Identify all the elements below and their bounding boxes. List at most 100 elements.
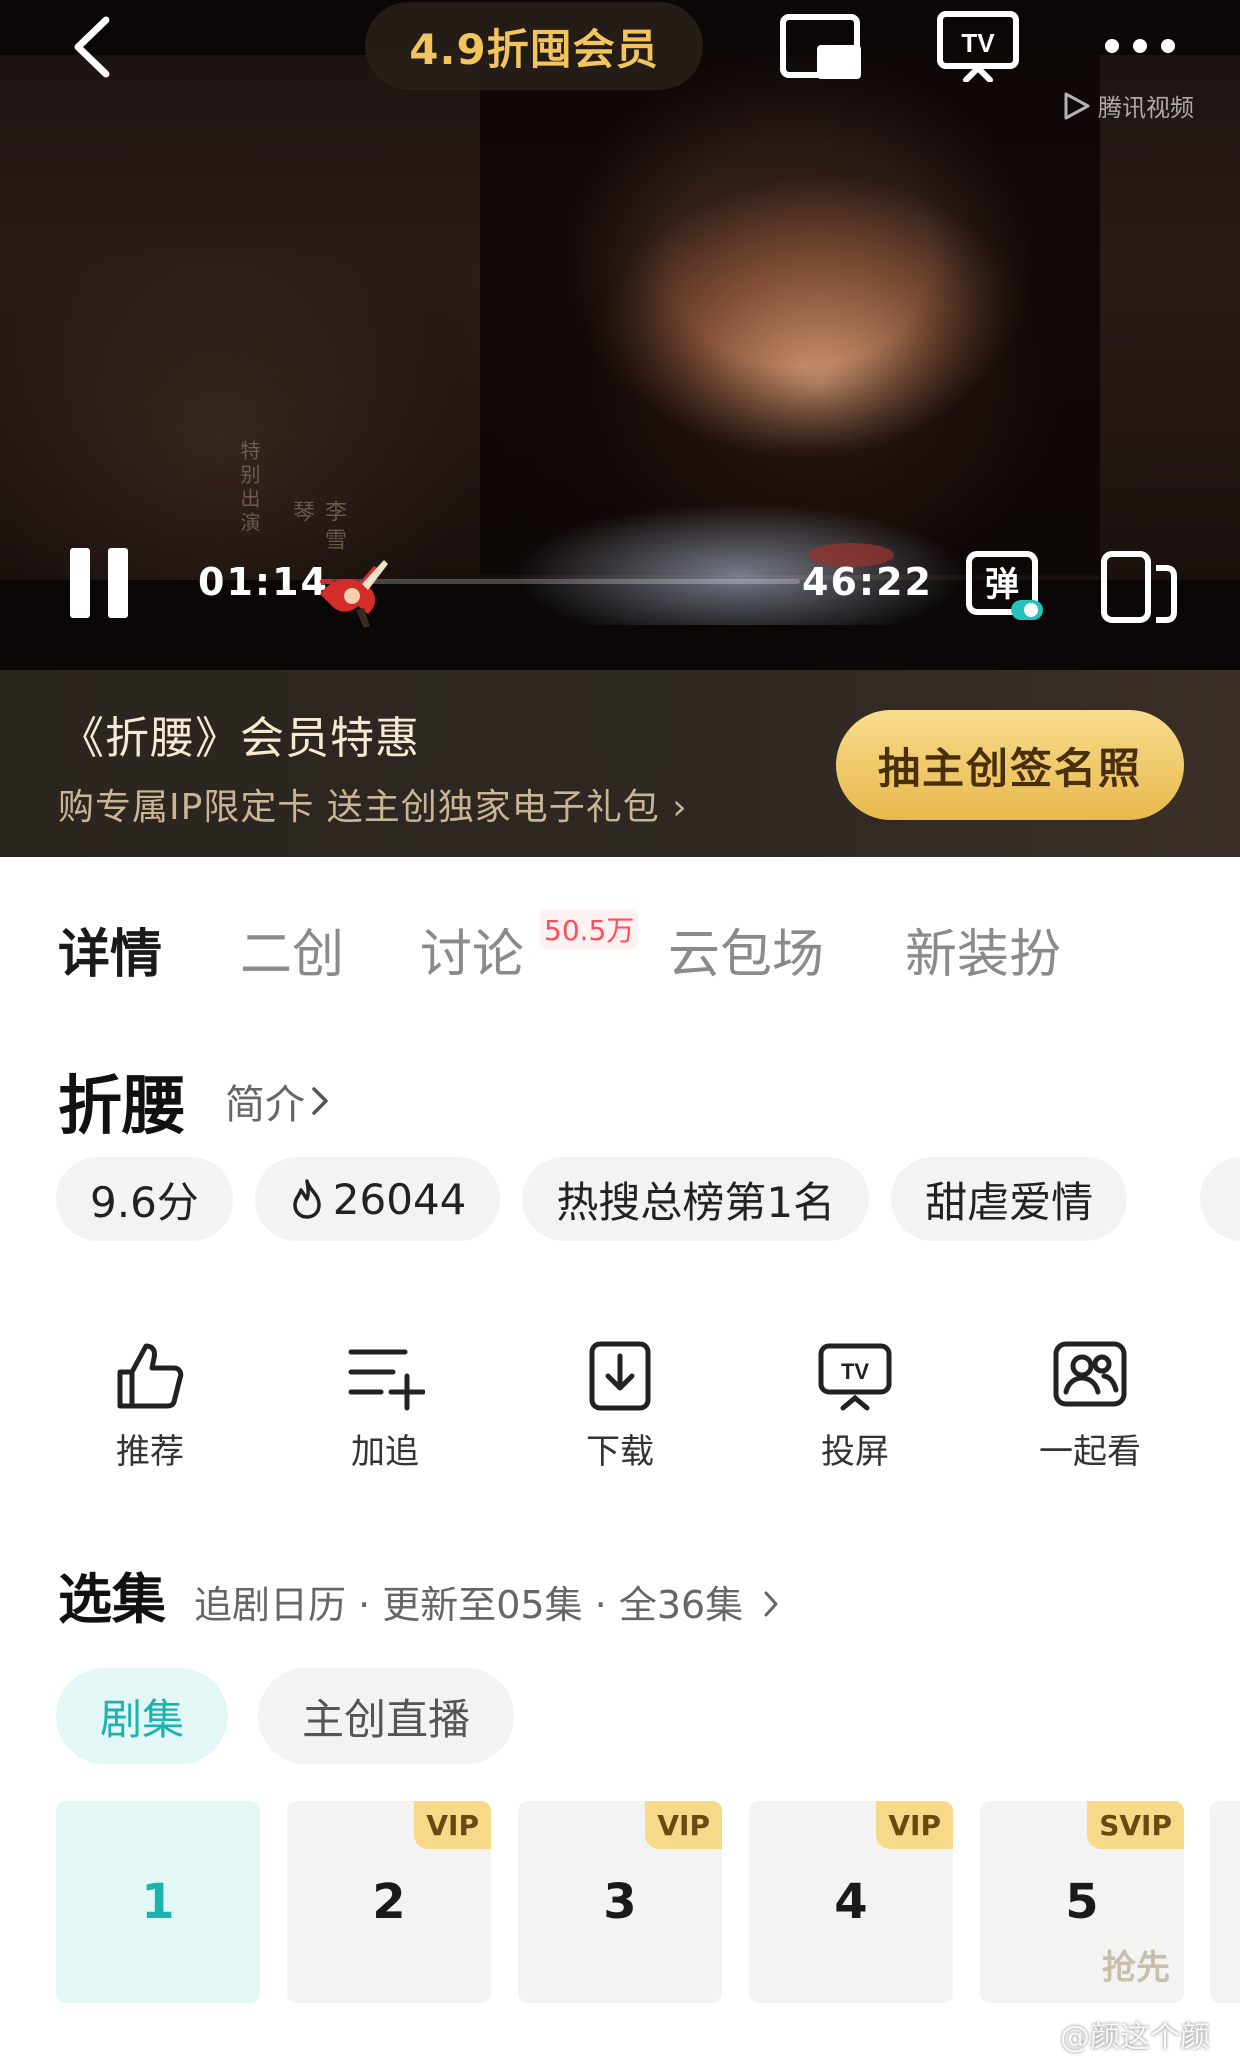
tab-fan-creations[interactable]: 二创 xyxy=(240,912,344,987)
weibo-watermark-text: @颜这个颜 xyxy=(1060,2020,1210,2055)
ranking-value: 热搜总榜第1名 xyxy=(556,1177,836,1227)
more-dots-icon xyxy=(1105,39,1175,53)
progress-thumb[interactable] xyxy=(312,548,394,630)
vip-badge: VIP xyxy=(645,1801,722,1849)
total-time: 46:22 xyxy=(802,560,933,604)
cast-screen-button[interactable]: TV 投屏 xyxy=(775,1340,935,1473)
add-to-watchlist-label: 加追 xyxy=(351,1432,419,1472)
video-player[interactable]: 特别出演 李雪琴 4.9折囤会员 TV 腾讯视频 01:14 46:22 弹 xyxy=(0,0,1240,670)
ranking-tag[interactable]: 热搜总榜第1名 xyxy=(522,1157,870,1241)
rotate-screen-icon xyxy=(1101,551,1177,623)
recommend-button[interactable]: 推荐 xyxy=(70,1340,230,1473)
chevron-right-icon xyxy=(764,1591,778,1617)
fullscreen-rotate-button[interactable] xyxy=(1100,548,1180,628)
tencent-video-logo: 腾讯视频 xyxy=(1060,88,1194,123)
action-bar: 推荐 加追 下载 TV 投屏 一起看 xyxy=(0,1340,1240,1480)
pause-button[interactable] xyxy=(70,548,132,620)
svip-badge: SVIP xyxy=(1087,1801,1184,1849)
danmaku-label: 弹 xyxy=(985,565,1019,605)
chevron-right-icon xyxy=(312,1087,328,1115)
intro-link[interactable]: 简介 xyxy=(225,1072,329,1130)
episode-number: 2 xyxy=(372,1874,406,1930)
heat-value: 26044 xyxy=(332,1174,467,1224)
rating-tag[interactable]: 9.6分 xyxy=(56,1157,233,1241)
player-top-bar: 4.9折囤会员 TV xyxy=(0,0,1240,95)
download-icon xyxy=(589,1341,651,1411)
weibo-watermark: @颜这个颜 xyxy=(1020,2012,1210,2056)
pause-icon-bar xyxy=(70,548,90,618)
show-title: 折腰 xyxy=(58,1070,186,1144)
flame-icon xyxy=(293,1179,321,1219)
episode-overflow-hint[interactable] xyxy=(1210,1801,1240,2003)
member-promo-banner[interactable]: 《折腰》会员特惠 购专属IP限定卡 送主创独家电子礼包 › 抽主创签名照 xyxy=(0,670,1240,857)
heat-tag[interactable]: 26044 xyxy=(254,1157,501,1241)
cast-screen-label: 投屏 xyxy=(821,1432,889,1472)
tab-cloud-screening[interactable]: 云包场 xyxy=(668,912,824,987)
episode-number: 5 xyxy=(1065,1874,1099,1930)
thumbs-up-icon xyxy=(117,1343,184,1409)
watch-together-icon xyxy=(1053,1341,1127,1407)
pip-button[interactable] xyxy=(775,10,865,82)
chevron-left-icon xyxy=(74,16,110,78)
vip-badge: VIP xyxy=(876,1801,953,1849)
banner-subtitle[interactable]: 购专属IP限定卡 送主创独家电子礼包 › xyxy=(58,778,688,830)
tv-cast-top-button[interactable]: TV xyxy=(933,10,1023,82)
episode-number: 3 xyxy=(603,1874,637,1930)
episode-grid: 1 2 VIP 3 VIP 4 VIP 5 SVIP 抢先 xyxy=(56,1801,1184,2003)
svg-text:TV: TV xyxy=(841,1359,869,1384)
banner-title: 《折腰》会员特惠 xyxy=(60,713,420,764)
episode-tabs: 剧集 主创直播 xyxy=(56,1668,515,1764)
weibo-logo-icon xyxy=(1020,2021,1055,2049)
download-button[interactable]: 下载 xyxy=(540,1340,700,1473)
episode-cell[interactable]: 3 VIP xyxy=(518,1801,722,2003)
danmaku-icon: 弹 xyxy=(966,551,1043,620)
current-time: 01:14 xyxy=(198,560,329,604)
more-button[interactable] xyxy=(1095,10,1185,82)
tab-new-skins[interactable]: 新装扮 xyxy=(905,912,1061,987)
vip-badge: VIP xyxy=(414,1801,491,1849)
episode-cell[interactable]: 1 xyxy=(56,1801,260,2003)
lottery-cta-button[interactable]: 抽主创签名照 xyxy=(836,710,1184,820)
tab-cast-live[interactable]: 主创直播 xyxy=(258,1668,515,1764)
download-label: 下载 xyxy=(586,1432,654,1472)
tencent-video-logo-text: 腾讯视频 xyxy=(1098,94,1194,122)
danmaku-toggle[interactable]: 弹 xyxy=(965,548,1045,628)
back-button[interactable] xyxy=(62,12,122,82)
tab-details[interactable]: 详情 xyxy=(58,912,162,987)
tv-icon: TV xyxy=(937,11,1019,82)
episode-cell[interactable]: 5 SVIP 抢先 xyxy=(980,1801,1184,2003)
tv-cast-icon: TV xyxy=(818,1343,892,1411)
episodes-meta-text: 追剧日历 · 更新至05集 · 全36集 xyxy=(194,1583,744,1627)
promo-pill[interactable]: 4.9折囤会员 xyxy=(365,2,703,90)
watch-together-button[interactable]: 一起看 xyxy=(1010,1340,1170,1473)
player-controls: 01:14 46:22 弹 xyxy=(0,530,1240,630)
rating-value: 9.6分 xyxy=(90,1177,199,1227)
recommend-label: 推荐 xyxy=(116,1432,184,1472)
discussion-count-badge: 50.5万 xyxy=(540,909,639,949)
tab-discussion[interactable]: 讨论 xyxy=(420,912,524,987)
progress-mascot-icon xyxy=(320,560,388,628)
episodes-title: 选集 xyxy=(58,1568,166,1631)
content-tabs: 详情 二创 讨论 50.5万 云包场 新装扮 xyxy=(0,857,1240,1007)
episode-number: 4 xyxy=(834,1874,868,1930)
episodes-header[interactable]: 选集 追剧日历 · 更新至05集 · 全36集 xyxy=(58,1555,779,1634)
picture-in-picture-icon xyxy=(780,14,861,79)
genre-value: 甜虐爱情 xyxy=(925,1177,1094,1227)
tag-overflow-hint[interactable] xyxy=(1200,1157,1240,1241)
watch-together-label: 一起看 xyxy=(1039,1432,1141,1472)
playlist-add-icon xyxy=(348,1349,425,1411)
add-to-watchlist-button[interactable]: 加追 xyxy=(305,1340,465,1473)
genre-tag[interactable]: 甜虐爱情 xyxy=(891,1157,1128,1241)
tab-episodes[interactable]: 剧集 xyxy=(56,1668,229,1764)
early-access-label: 抢先 xyxy=(1102,1948,1170,1988)
episodes-meta[interactable]: 追剧日历 · 更新至05集 · 全36集 xyxy=(194,1574,779,1629)
tag-list: 9.6分 26044 热搜总榜第1名 甜虐爱情 xyxy=(56,1157,1128,1241)
svg-text:TV: TV xyxy=(961,28,995,58)
play-logo-icon xyxy=(1064,92,1090,119)
video-frame[interactable]: 特别出演 李雪琴 xyxy=(0,55,1240,625)
episode-cell[interactable]: 4 VIP xyxy=(749,1801,953,2003)
episode-cell[interactable]: 2 VIP xyxy=(287,1801,491,2003)
episode-number: 1 xyxy=(141,1874,175,1930)
video-credit-role: 特别出演 xyxy=(237,440,261,536)
intro-link-label: 简介 xyxy=(225,1082,305,1128)
